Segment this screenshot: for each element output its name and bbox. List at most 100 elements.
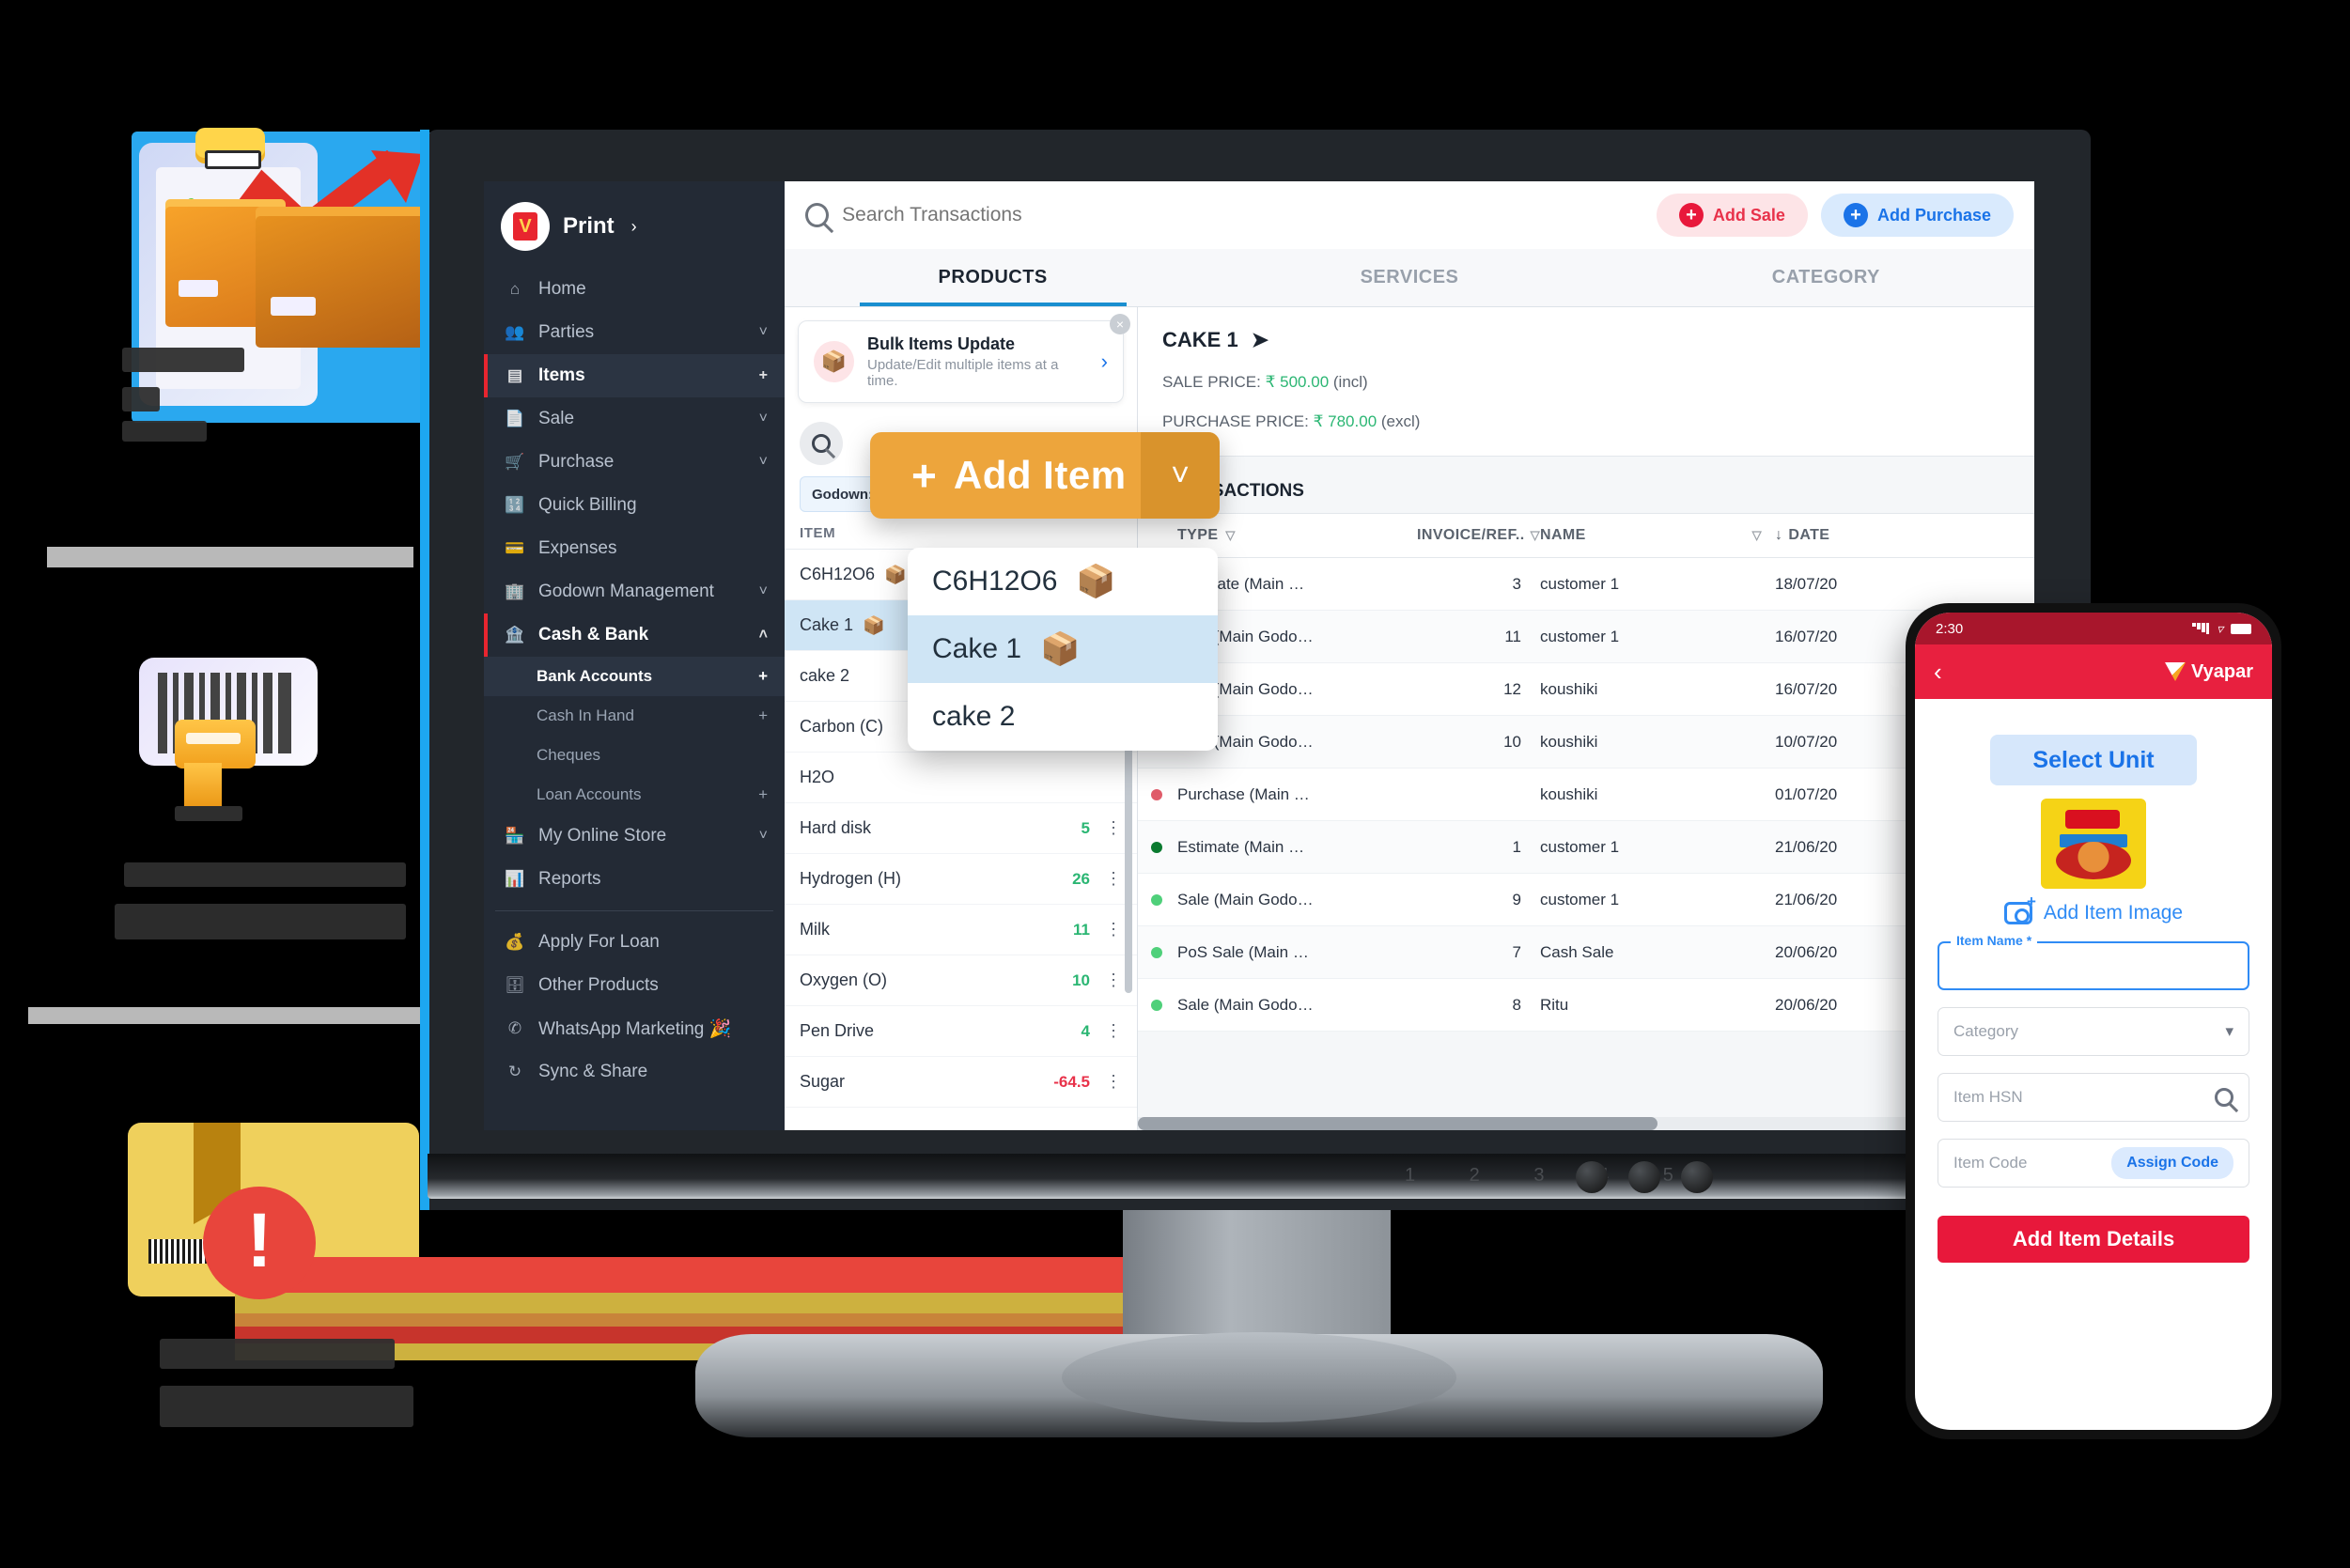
back-icon[interactable]: ‹	[1934, 658, 1942, 687]
cell-invoice: 3	[1512, 574, 1521, 593]
add-item-button[interactable]: + Add Item ˅	[870, 432, 1220, 519]
primary-nav: ⌂ Home 👥 Parties ˅ ▤ Items + 📄 Sale ˅ 🛒 …	[484, 268, 785, 1094]
column-name: NAME	[1540, 527, 1586, 543]
sidebar-item-cheques[interactable]: Cheques	[484, 736, 785, 775]
cell-name: customer 1	[1540, 627, 1620, 645]
more-options-icon[interactable]: ⋮	[1105, 970, 1122, 990]
sidebar-item-sale[interactable]: 📄 Sale ˅	[484, 397, 785, 441]
plus-icon[interactable]: +	[758, 667, 768, 686]
obscured-text	[122, 421, 207, 442]
sidebar-item-bank-accounts[interactable]: Bank Accounts +	[484, 657, 785, 696]
table-horizontal-scrollbar[interactable]	[1138, 1117, 2034, 1130]
table-row[interactable]: Sale (Main Godo… 11 customer 1 16/07/20	[1138, 611, 2034, 663]
bulk-items-update-card[interactable]: 📦 Bulk Items Update Update/Edit multiple…	[798, 314, 1130, 403]
divider	[47, 547, 413, 567]
monitor-edge-accent	[420, 130, 429, 1210]
more-options-icon[interactable]: ⋮	[1105, 818, 1122, 838]
sidebar-item-items[interactable]: ▤ Items +	[484, 354, 785, 397]
list-item[interactable]: Sugar -64.5 ⋮	[785, 1057, 1137, 1108]
plus-icon[interactable]: +	[758, 785, 768, 804]
warehouse-icon: 🏢	[505, 582, 525, 600]
item-code-field[interactable]: Item Code Assign Code	[1938, 1139, 2249, 1188]
sidebar-item-parties[interactable]: 👥 Parties ˅	[484, 311, 785, 354]
product-image	[2041, 799, 2146, 889]
item-name-field[interactable]: Item Name *	[1938, 933, 2249, 990]
list-item[interactable]: Milk 11 ⋮	[785, 905, 1137, 955]
plus-icon[interactable]: +	[759, 367, 768, 384]
table-row[interactable]: Estimate (Main … 3 customer 1 18/07/20	[1138, 558, 2034, 611]
add-item-image-button[interactable]: Add Item Image	[1938, 893, 2249, 924]
chevron-up-icon: ˄	[758, 627, 768, 643]
plus-icon[interactable]: +	[758, 706, 768, 725]
sidebar-item-purchase[interactable]: 🛒 Purchase ˅	[484, 441, 785, 484]
filter-icon[interactable]: ▽	[1752, 528, 1762, 543]
chevron-down-icon: ˅	[758, 454, 768, 470]
item-detail-name: CAKE 1	[1162, 328, 1238, 351]
assign-code-button[interactable]: Assign Code	[2111, 1147, 2233, 1179]
filter-icon[interactable]: ▽	[1225, 528, 1235, 543]
sidebar-item-godown-management[interactable]: 🏢 Godown Management ˅	[484, 570, 785, 613]
sort-arrow-icon[interactable]: ↓	[1775, 527, 1782, 544]
more-options-icon[interactable]: ⋮	[1105, 920, 1122, 939]
sidebar-item-reports[interactable]: 📊 Reports	[484, 858, 785, 901]
list-item[interactable]: H2O	[785, 753, 1137, 803]
item-hsn-placeholder: Item HSN	[1953, 1088, 2023, 1106]
list-item[interactable]: Hydrogen (H) 26 ⋮	[785, 854, 1137, 905]
table-row[interactable]: Purchase (Main … koushiki 01/07/20	[1138, 768, 2034, 821]
monitor-display-button[interactable]	[1628, 1161, 1660, 1193]
sidebar-item-cash-and-bank[interactable]: 🏦 Cash & Bank ˄	[484, 613, 785, 657]
table-row[interactable]: PoS Sale (Main … 7 Cash Sale 20/06/20	[1138, 926, 2034, 979]
search-icon[interactable]	[2215, 1088, 2233, 1107]
sidebar-item-other-products[interactable]: 🗄 Other Products	[484, 964, 785, 1007]
monitor-input-button[interactable]	[1576, 1161, 1608, 1193]
add-item-details-button[interactable]: Add Item Details	[1938, 1216, 2249, 1263]
sidebar-item-quick-billing[interactable]: 🔢 Quick Billing	[484, 484, 785, 527]
search-container[interactable]	[805, 203, 1657, 227]
list-item[interactable]: Pen Drive 4 ⋮	[785, 1006, 1137, 1057]
select-unit-button[interactable]: Select Unit	[1990, 735, 2197, 785]
chevron-down-icon[interactable]: ˅	[1141, 432, 1220, 519]
search-input[interactable]	[842, 204, 1657, 226]
close-icon[interactable]: ×	[1110, 314, 1130, 334]
sidebar-item-sync-and-share[interactable]: ↻ Sync & Share	[484, 1050, 785, 1094]
tab-category[interactable]: CATEGORY	[1618, 249, 2034, 306]
sidebar-item-loan-accounts[interactable]: Loan Accounts +	[484, 775, 785, 815]
plus-icon: +	[1678, 203, 1704, 227]
sidebar-item-label: Sync & Share	[538, 1062, 648, 1081]
zoom-list-item[interactable]: cake 2	[908, 683, 1218, 751]
zoom-list-item[interactable]: Cake 1 📦	[908, 615, 1218, 683]
category-select[interactable]: Category ▾	[1938, 1007, 2249, 1056]
share-icon[interactable]: ➤	[1252, 328, 1268, 352]
more-options-icon[interactable]: ⋮	[1105, 1021, 1122, 1041]
sidebar-item-my-online-store[interactable]: 🏪 My Online Store ˅	[484, 815, 785, 858]
item-search-button[interactable]	[800, 422, 843, 465]
sidebar-item-expenses[interactable]: 💳 Expenses	[484, 527, 785, 570]
sidebar-item-home[interactable]: ⌂ Home	[484, 268, 785, 311]
sidebar-item-apply-for-loan[interactable]: 💰 Apply For Loan	[484, 921, 785, 964]
more-options-icon[interactable]: ⋮	[1105, 1072, 1122, 1092]
sidebar-item-label: Apply For Loan	[538, 932, 660, 952]
list-item[interactable]: Hard disk 5 ⋮	[785, 803, 1137, 854]
table-row[interactable]: Sale (Main Godo… 10 koushiki 10/07/20	[1138, 716, 2034, 768]
more-options-icon[interactable]: ⋮	[1105, 869, 1122, 889]
filter-icon[interactable]: ▽	[1531, 528, 1540, 543]
tab-services[interactable]: SERVICES	[1201, 249, 1617, 306]
table-row[interactable]: Sale (Main Godo… 9 customer 1 21/06/20	[1138, 874, 2034, 926]
monitor-menu-button[interactable]	[1681, 1161, 1713, 1193]
brand-block[interactable]: Print ›	[484, 181, 785, 260]
cell-invoice: 11	[1504, 627, 1521, 645]
item-hsn-field[interactable]: Item HSN	[1938, 1073, 2249, 1122]
tab-products[interactable]: PRODUCTS	[785, 249, 1201, 306]
chevron-right-icon[interactable]: ›	[631, 217, 637, 237]
sidebar-item-whatsapp-marketing[interactable]: ✆ WhatsApp Marketing 🎉	[484, 1007, 785, 1050]
chevron-right-icon[interactable]: ›	[1101, 349, 1108, 374]
table-row[interactable]: Estimate (Main … 1 customer 1 21/06/20	[1138, 821, 2034, 874]
add-purchase-button[interactable]: + Add Purchase	[1820, 194, 2014, 237]
list-item[interactable]: Oxygen (O) 10 ⋮	[785, 955, 1137, 1006]
zoom-list-item[interactable]: C6H12O6 📦	[908, 548, 1218, 615]
sync-icon: ↻	[507, 1063, 522, 1080]
table-row[interactable]: Sale (Main Godo… 12 koushiki 16/07/20	[1138, 663, 2034, 716]
sidebar-item-cash-in-hand[interactable]: Cash In Hand +	[484, 696, 785, 736]
table-row[interactable]: Sale (Main Godo… 8 Ritu 20/06/20	[1138, 979, 2034, 1032]
add-sale-button[interactable]: + Add Sale	[1656, 194, 1808, 237]
